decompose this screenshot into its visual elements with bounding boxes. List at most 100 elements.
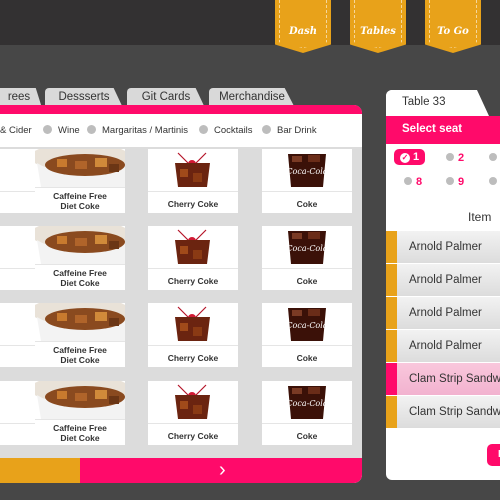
seat-10-button[interactable] [489, 176, 500, 188]
drink-image: Coca-Cola [262, 303, 352, 341]
order-item-label: Arnold Palmer [409, 340, 482, 352]
drink-image [35, 381, 125, 419]
drink-image: Coca-Cola [262, 226, 352, 264]
category-cocktails[interactable]: Cocktails [199, 125, 253, 136]
order-item-label: Clam Strip Sandw [409, 406, 500, 418]
menu-accent-bar [0, 105, 362, 114]
menu-item-card[interactable]: Cherry Coke [148, 149, 238, 213]
nav-ribbon-to-go[interactable]: To Go [425, 0, 481, 53]
svg-text:Coca-Cola: Coca-Cola [286, 244, 327, 253]
order-item-row[interactable]: Arnold Palmer [386, 330, 500, 363]
drink-image [148, 149, 238, 187]
nav-ribbon-tables[interactable]: Tables [350, 0, 406, 53]
menu-item-card[interactable]: Coca-Cola Coke [262, 381, 352, 445]
order-item-row[interactable]: Clam Strip Sandw [386, 363, 500, 396]
menu-item-name: Caffeine Free Diet Coke [35, 264, 125, 290]
menu-item-card[interactable]: Coca-Cola Coke [262, 226, 352, 290]
ribbon-label: To Go [437, 26, 469, 37]
svg-text:Coca-Cola: Coca-Cola [286, 399, 327, 408]
menu-item-card[interactable]: Coca-Cola Coke [262, 303, 352, 367]
menu-item-card[interactable] [0, 381, 35, 445]
status-bar [386, 264, 397, 296]
category-bar-drink[interactable]: Bar Drink [262, 125, 317, 136]
category-cider[interactable]: & Cider [0, 125, 32, 136]
ribbon-label: Tables [360, 26, 396, 37]
menu-item-card[interactable] [0, 226, 35, 290]
radio-dot-icon [489, 153, 497, 161]
check-icon: ✓ [400, 153, 410, 163]
menu-item-card[interactable]: Caffeine Free Diet Coke [35, 149, 125, 213]
ribbon-label: Dash [288, 26, 318, 37]
menu-item-name: Caffeine Free Diet Coke [35, 419, 125, 445]
seat-2-button[interactable]: 2 [446, 152, 464, 164]
menu-item-name [0, 268, 35, 290]
menu-item-name [0, 191, 35, 213]
menu-panel: & Cider Wine Margaritas / Martinis Cockt… [0, 105, 362, 483]
radio-dot-icon [446, 177, 454, 185]
menu-item-name: Coke [262, 268, 352, 290]
drink-image [35, 303, 125, 341]
order-item-label: Clam Strip Sandw [409, 373, 500, 385]
previous-button[interactable] [0, 458, 80, 483]
ribbon-stitch [429, 0, 477, 48]
radio-dot-icon [404, 177, 412, 185]
menu-item-card[interactable]: Cherry Coke [148, 381, 238, 445]
menu-item-name: Coke [262, 345, 352, 367]
menu-item-name: Cherry Coke [148, 268, 238, 290]
menu-item-card[interactable]: Caffeine Free Diet Coke [35, 381, 125, 445]
category-wine[interactable]: Wine [43, 125, 80, 136]
status-bar [386, 297, 397, 329]
menu-item-name: Coke [262, 423, 352, 445]
seat-8-button[interactable]: 8 [404, 176, 422, 188]
status-bar [386, 396, 397, 428]
drink-image [0, 381, 35, 419]
order-item-label: Arnold Palmer [409, 307, 482, 319]
radio-dot-icon [489, 177, 497, 185]
nav-ribbon-dash[interactable]: Dash [275, 0, 331, 53]
order-item-row[interactable]: Arnold Palmer [386, 297, 500, 330]
menu-item-card[interactable]: Caffeine Free Diet Coke [35, 226, 125, 290]
seat-1-button[interactable]: ✓ 1 [394, 149, 426, 165]
seat-3-button[interactable] [489, 152, 500, 164]
radio-dot-icon [446, 153, 454, 161]
order-item-label: Arnold Palmer [409, 241, 482, 253]
radio-dot-icon [199, 125, 208, 134]
menu-item-name: Cherry Coke [148, 423, 238, 445]
chevron-right-icon: › [219, 459, 226, 481]
status-bar [386, 231, 397, 263]
radio-dot-icon [43, 125, 52, 134]
menu-item-name: Cherry Coke [148, 345, 238, 367]
menu-item-name: Caffeine Free Diet Coke [35, 341, 125, 367]
drink-image [0, 226, 35, 264]
menu-item-card[interactable]: Cherry Coke [148, 303, 238, 367]
order-item-row[interactable]: Arnold Palmer [386, 264, 500, 297]
order-item-row[interactable]: Clam Strip Sandw [386, 396, 500, 429]
action-button[interactable]: F [487, 444, 500, 466]
category-bar: & Cider Wine Margaritas / Martinis Cockt… [0, 114, 362, 147]
category-margaritas[interactable]: Margaritas / Martinis [87, 125, 188, 136]
drink-image [148, 226, 238, 264]
drink-image [148, 303, 238, 341]
radio-dot-icon [262, 125, 271, 134]
menu-item-card[interactable]: Cherry Coke [148, 226, 238, 290]
drink-image [35, 149, 125, 187]
menu-item-card[interactable] [0, 303, 35, 367]
menu-item-name: Caffeine Free Diet Coke [35, 187, 125, 213]
order-item-label: Arnold Palmer [409, 274, 482, 286]
svg-text:Coca-Cola: Coca-Cola [286, 167, 327, 176]
menu-item-card[interactable]: Caffeine Free Diet Coke [35, 303, 125, 367]
ribbon-stitch [354, 0, 402, 48]
item-column-header: Item [468, 210, 492, 224]
tab-cutout [477, 90, 500, 116]
table-tab[interactable]: Table 33 [386, 90, 471, 116]
menu-item-name: Cherry Coke [148, 191, 238, 213]
menu-item-name [0, 423, 35, 445]
order-item-row[interactable]: Arnold Palmer [386, 231, 500, 264]
svg-text:Coca-Cola: Coca-Cola [286, 321, 327, 330]
menu-item-card[interactable]: Coca-Cola Coke [262, 149, 352, 213]
drink-image: Coca-Cola [262, 149, 352, 187]
menu-item-card[interactable] [0, 149, 35, 213]
drink-image [0, 303, 35, 341]
radio-dot-icon [87, 125, 96, 134]
seat-9-button[interactable]: 9 [446, 176, 464, 188]
